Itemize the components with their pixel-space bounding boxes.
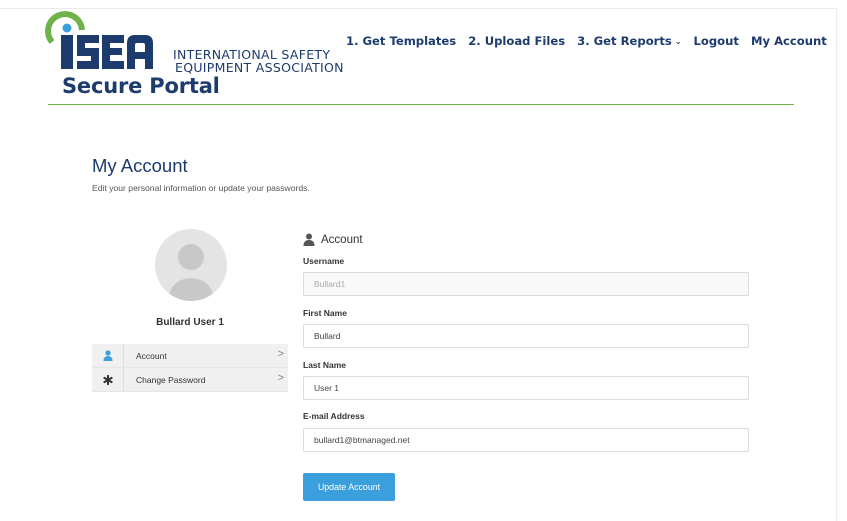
form-heading: Account <box>303 233 363 246</box>
portal-title: Secure Portal <box>62 74 220 98</box>
user-icon <box>303 233 315 246</box>
isea-logo-mark-icon <box>45 11 153 69</box>
org-line-2: EQUIPMENT ASSOCIATION <box>175 60 344 75</box>
page-subtitle: Edit your personal information or update… <box>92 183 310 193</box>
nav-label: My Account <box>750 34 827 48</box>
nav-label: 1. Get Templates <box>346 34 457 48</box>
user-silhouette-icon <box>169 244 213 301</box>
chevron-right-icon: > <box>277 348 284 360</box>
first-name-label: First Name <box>303 308 347 318</box>
side-item-account[interactable]: Account > <box>92 344 288 368</box>
last-name-field[interactable] <box>303 376 749 400</box>
side-item-change-password[interactable]: Change Password > <box>92 368 288 392</box>
page-title: My Account <box>92 155 188 176</box>
email-field[interactable] <box>303 428 749 452</box>
form-heading-text: Account <box>321 233 363 246</box>
username-label: Username <box>303 256 345 266</box>
right-border <box>836 8 837 521</box>
nav-label: 3. Get Reports <box>577 34 672 48</box>
nav-label: 2. Upload Files <box>468 34 566 48</box>
side-item-label: Account <box>136 350 167 361</box>
nav-logout[interactable]: Logout <box>694 34 739 48</box>
user-icon <box>92 344 124 367</box>
nav-label: Logout <box>693 34 739 48</box>
nav-get-reports[interactable]: 3. Get Reports ⌄ <box>577 34 681 48</box>
profile-name: Bullard User 1 <box>156 317 224 328</box>
side-item-label: Change Password <box>136 374 206 385</box>
nav-upload-files[interactable]: 2. Upload Files <box>468 34 565 48</box>
last-name-label: Last Name <box>303 360 346 370</box>
update-account-button[interactable]: Update Account <box>303 473 395 501</box>
email-label: E-mail Address <box>303 411 365 421</box>
header-divider <box>48 104 794 105</box>
username-field[interactable] <box>303 272 749 296</box>
account-side-menu: Account > Change Password > <box>92 344 288 392</box>
chevron-right-icon: > <box>277 372 284 384</box>
avatar <box>155 229 227 301</box>
chevron-down-icon: ⌄ <box>674 37 682 46</box>
asterisk-icon <box>92 368 124 391</box>
main-nav: 1. Get Templates 2. Upload Files 3. Get … <box>346 34 827 48</box>
first-name-field[interactable] <box>303 324 749 348</box>
nav-my-account[interactable]: My Account <box>751 34 827 48</box>
organization-name: INTERNATIONAL SAFETY EQUIPMENT ASSOCIATI… <box>173 48 344 74</box>
nav-get-templates[interactable]: 1. Get Templates <box>346 34 456 48</box>
